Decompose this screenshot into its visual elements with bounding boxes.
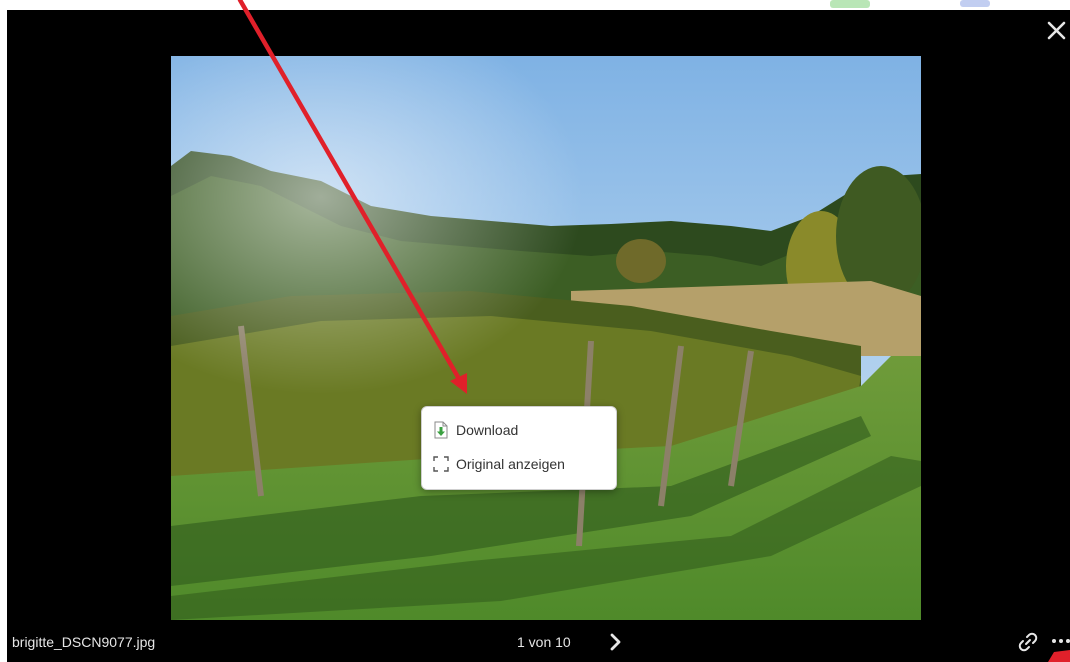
screenshot-stage: Download Original anzeigen brigitte_DSCN… — [0, 0, 1070, 662]
image-viewer: Download Original anzeigen brigitte_DSCN… — [7, 10, 1070, 662]
watermark-stroke — [830, 0, 870, 8]
fullscreen-icon — [432, 455, 450, 473]
vineyard-photo — [171, 56, 921, 620]
close-icon[interactable] — [1044, 16, 1070, 44]
watermark-stroke — [960, 0, 990, 7]
link-icon[interactable] — [1017, 631, 1039, 653]
file-name: brigitte_DSCN9077.jpg — [12, 634, 156, 650]
menu-item-show-original[interactable]: Original anzeigen — [422, 447, 616, 481]
menu-item-download[interactable]: Download — [422, 413, 616, 447]
chevron-right-icon[interactable] — [605, 630, 627, 654]
photo-context-menu: Download Original anzeigen — [421, 406, 617, 490]
image-counter: 1 von 10 — [517, 634, 571, 650]
menu-item-label: Original anzeigen — [456, 456, 565, 472]
download-file-icon — [432, 421, 450, 439]
more-horizontal-icon[interactable] — [1051, 634, 1070, 648]
menu-item-label: Download — [456, 422, 519, 438]
viewer-footer: brigitte_DSCN9077.jpg 1 von 10 — [7, 622, 1070, 662]
